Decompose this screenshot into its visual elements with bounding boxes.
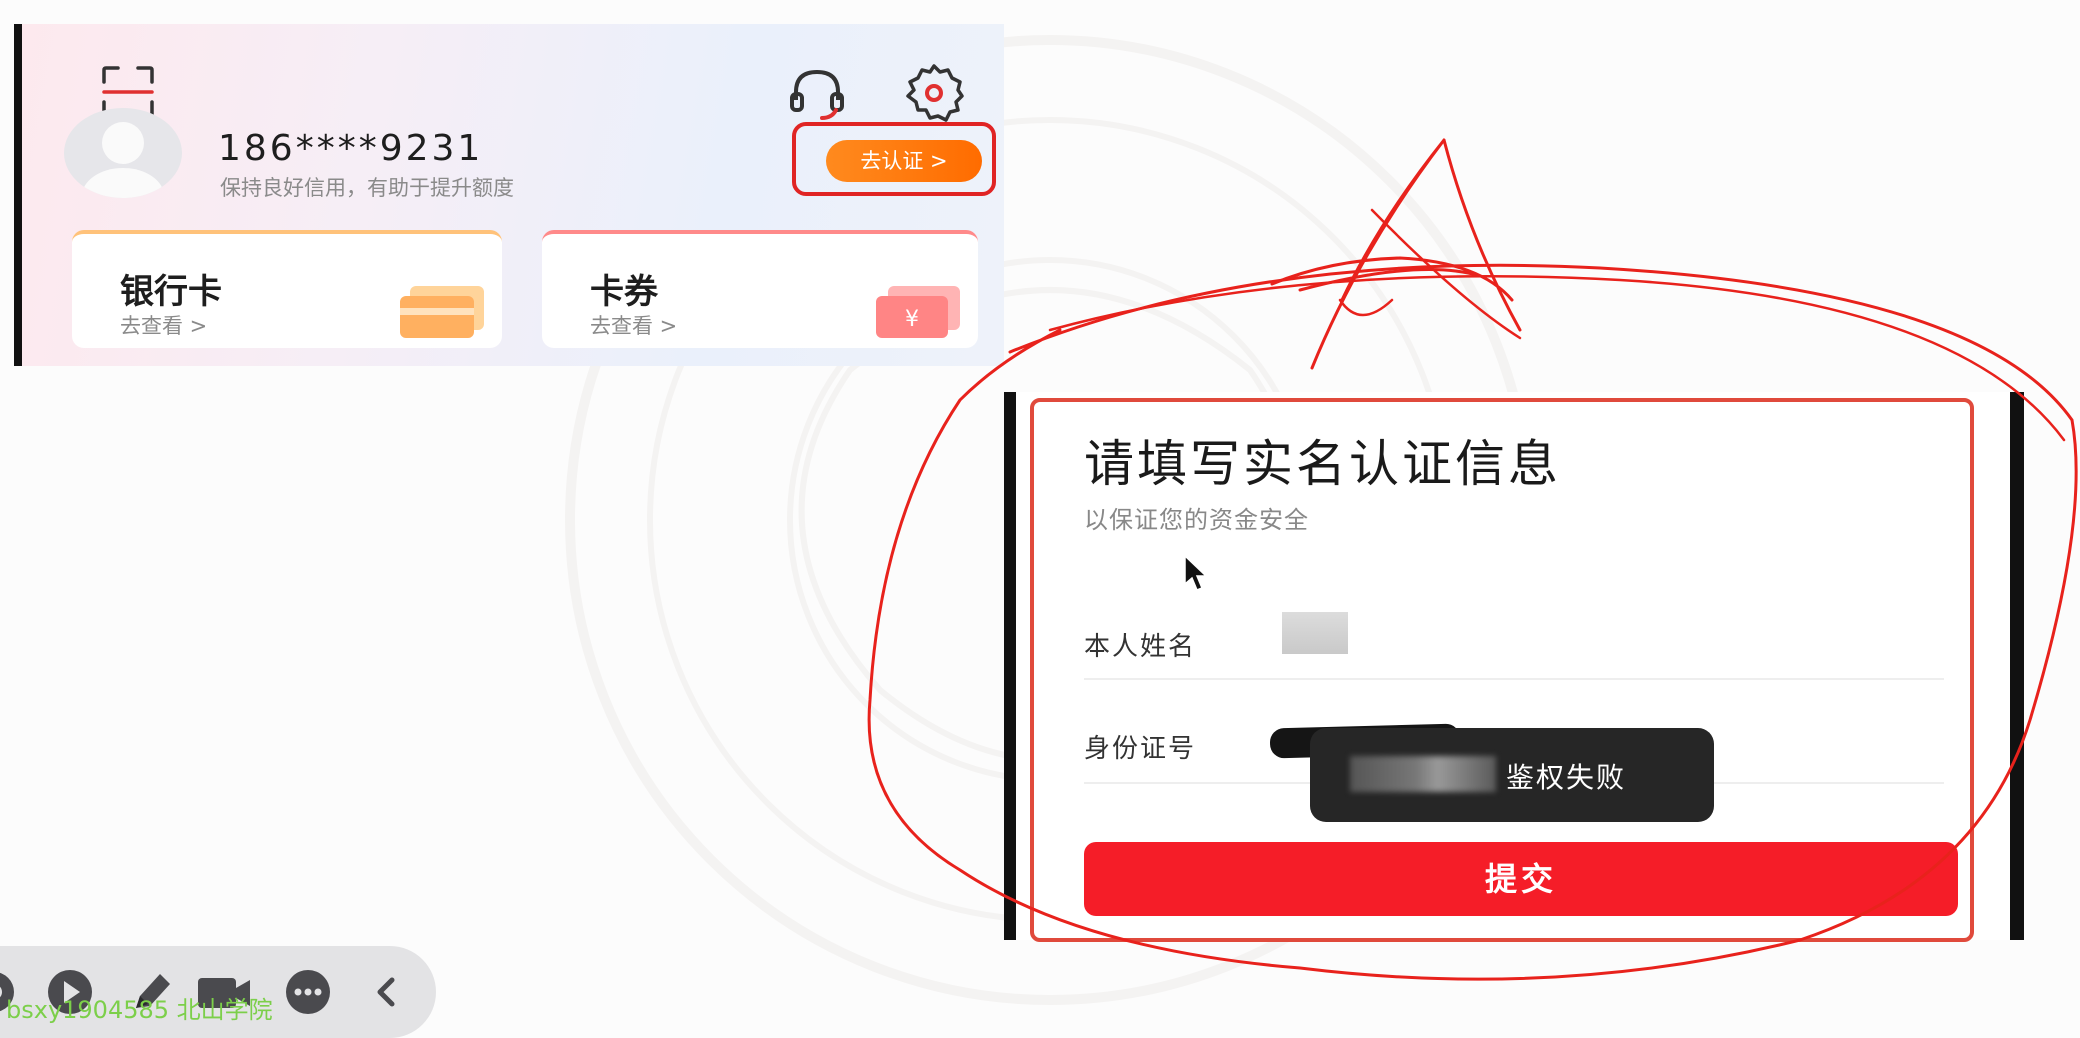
coupon-icon: ¥	[872, 284, 964, 340]
svg-text:¥: ¥	[905, 307, 919, 332]
coupon-entry[interactable]: 卡券 去查看 > ¥	[542, 230, 978, 348]
bank-card-link: 去查看 >	[120, 314, 208, 338]
gear-icon[interactable]	[902, 60, 966, 124]
credit-hint-text: 保持良好信用，有助于提升额度	[220, 176, 514, 200]
bank-card-title: 银行卡	[120, 272, 222, 312]
bank-card-entry[interactable]: 银行卡 去查看 >	[72, 230, 502, 348]
headset-icon[interactable]	[786, 62, 848, 124]
more-icon[interactable]	[282, 966, 334, 1018]
form-subtitle: 以保证您的资金安全	[1084, 506, 1309, 534]
submit-button[interactable]: 提交	[1084, 842, 1958, 916]
scribble-letter-a	[1270, 138, 1522, 370]
coupon-link: 去查看 >	[590, 314, 678, 338]
name-row-divider	[1084, 678, 1944, 680]
collapse-icon[interactable]	[360, 966, 412, 1018]
form-title: 请填写实名认证信息	[1084, 435, 1561, 493]
coupon-title: 卡券	[590, 272, 658, 312]
watermark-text: bsxy1904585 北山学院	[6, 996, 273, 1024]
id-number-label: 身份证号	[1084, 734, 1197, 764]
mouse-cursor-icon	[1182, 554, 1210, 594]
bank-card-icon	[396, 284, 488, 340]
error-toast: 鉴权失败	[1310, 728, 1714, 822]
toast-blurred-text	[1350, 756, 1496, 792]
account-header-panel: 186****9231 保持良好信用，有助于提升额度 去认证 > 银行卡 去查看…	[14, 24, 1004, 366]
phone-number: 186****9231	[218, 128, 484, 169]
name-input-redacted[interactable]	[1282, 612, 1348, 654]
toast-message: 鉴权失败	[1506, 761, 1627, 794]
scribble-curve	[1338, 208, 1522, 340]
verify-button[interactable]: 去认证 >	[826, 140, 982, 182]
avatar[interactable]	[64, 108, 182, 198]
name-label: 本人姓名	[1084, 632, 1197, 662]
